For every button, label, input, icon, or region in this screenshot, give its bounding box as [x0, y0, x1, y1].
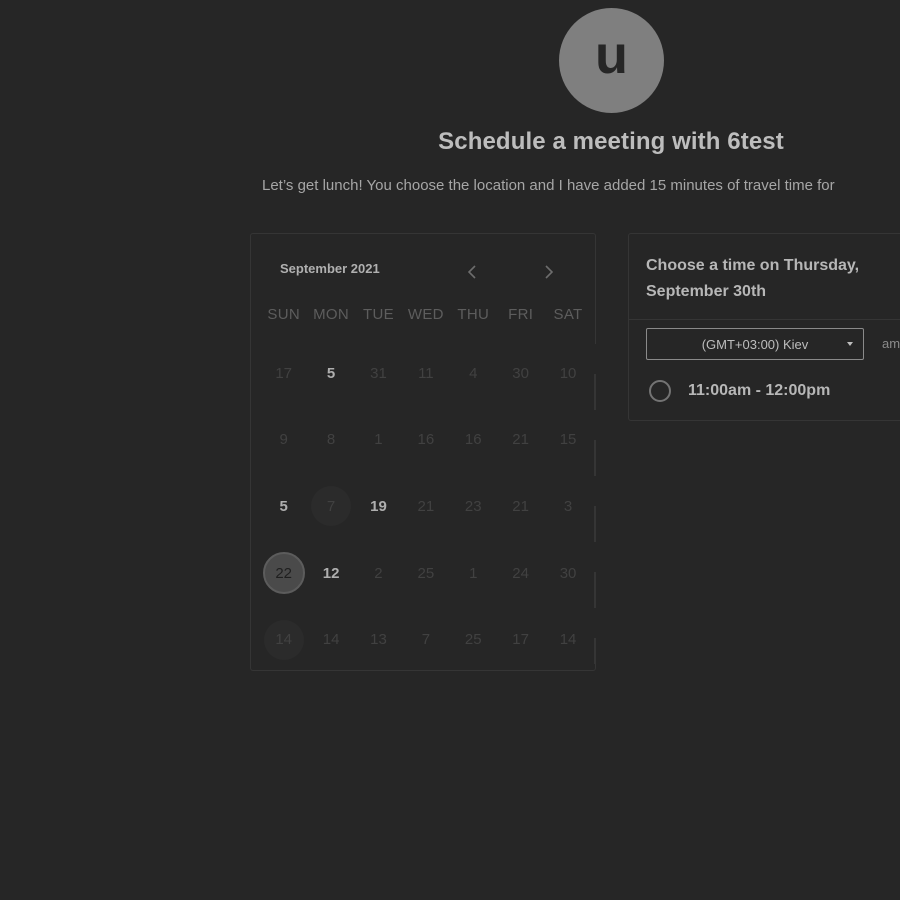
- calendar-day: 16: [417, 431, 435, 449]
- calendar-day: 7: [421, 631, 431, 649]
- calendar-week-row: 9 8 1 16 16 21 15: [260, 407, 592, 474]
- date-picker-calendar: September 2021 SUN MON TUE WED THU FRI S…: [250, 233, 596, 671]
- calendar-day: 17: [275, 364, 293, 382]
- calendar-week-row: 14 14 13 7 25 17 14: [260, 606, 592, 673]
- calendar-day: 13: [370, 631, 387, 649]
- calendar-day: 21: [512, 431, 529, 449]
- calendar-day: 1: [469, 564, 478, 582]
- weekday-label: SAT: [553, 306, 583, 323]
- calendar-day: 14: [559, 631, 577, 649]
- calendar-day: 11: [418, 364, 434, 382]
- page-title: Schedule a meeting with 6test: [438, 128, 784, 155]
- calendar-week-row: 5 7 19 21 23 21 3: [260, 473, 592, 540]
- caret-down-icon: [847, 342, 853, 346]
- calendar-day: 10: [559, 364, 577, 382]
- calendar-day: 25: [417, 564, 435, 582]
- time-selection-panel: Choose a time on Thursday, September 30t…: [628, 233, 900, 421]
- calendar-day: 9: [279, 431, 288, 449]
- time-slot-option[interactable]: 11:00am - 12:00pm: [649, 380, 830, 402]
- calendar-day: 1: [374, 431, 383, 449]
- calendar-day-available[interactable]: 5: [307, 352, 354, 394]
- avatar: u: [559, 8, 664, 113]
- next-month-button[interactable]: [537, 260, 561, 284]
- calendar-day: 21: [417, 497, 435, 515]
- time-panel-title: Choose a time on Thursday, September 30t…: [646, 257, 860, 300]
- previous-month-button[interactable]: [460, 260, 484, 284]
- calendar-day: 24: [512, 564, 529, 582]
- calendar-week-row: 17 5 31 11 4 30 10: [260, 340, 592, 407]
- calendar-week-row: 22 12 2 25 1 24 30: [260, 540, 592, 607]
- weekday-label: TUE: [363, 306, 394, 323]
- weekday-label: WED: [407, 306, 444, 323]
- calendar-day: 4: [469, 364, 478, 382]
- calendar-month-label: September 2021: [280, 261, 380, 276]
- calendar-day: 31: [370, 364, 387, 382]
- calendar-day: 30: [559, 564, 577, 582]
- calendar-day: 8: [326, 431, 336, 449]
- calendar-day-available[interactable]: 19: [355, 485, 402, 527]
- calendar-day-today: 7: [307, 485, 354, 527]
- weekday-label: MON: [313, 306, 350, 323]
- timezone-value: (GMT+03:00) Kiev: [701, 336, 809, 352]
- weekday-label: THU: [457, 306, 490, 323]
- calendar-day: 2: [374, 564, 383, 582]
- time-panel-divider: [629, 319, 900, 320]
- calendar-day-available[interactable]: 12: [307, 552, 354, 594]
- calendar-day: 17: [512, 631, 529, 649]
- chevron-right-icon: [545, 265, 554, 279]
- scheduling-page: u Schedule a meeting with 6test Let’s ge…: [0, 0, 900, 900]
- calendar-day: 21: [512, 497, 529, 515]
- calendar-edge-divider: [594, 344, 596, 664]
- chevron-left-icon: [467, 265, 476, 279]
- time-slot-label: 11:00am - 12:00pm: [688, 382, 831, 399]
- calendar-day: 30: [512, 364, 529, 382]
- calendar-day: 16: [464, 431, 482, 449]
- calendar-day: 23: [464, 497, 482, 515]
- weekday-label: SUN: [267, 306, 300, 323]
- calendar-day-grid: 17 5 31 11 4 30 10 9 8 1 16 16 21 15 5 7…: [260, 340, 592, 673]
- calendar-day: 15: [559, 431, 577, 449]
- calendar-day: 25: [464, 631, 482, 649]
- time-format-toggle[interactable]: am: [882, 336, 900, 351]
- weekday-header-row: SUN MON TUE WED THU FRI SAT: [260, 306, 592, 323]
- radio-circle-icon[interactable]: [649, 380, 671, 402]
- weekday-label: FRI: [508, 306, 534, 323]
- calendar-day-available[interactable]: 5: [260, 485, 307, 527]
- avatar-letter: u: [595, 24, 628, 85]
- timezone-select[interactable]: (GMT+03:00) Kiev: [646, 328, 864, 360]
- meeting-description: Let’s get lunch! You choose the location…: [262, 177, 835, 194]
- calendar-day-selected[interactable]: 22: [260, 552, 307, 595]
- calendar-day: 14: [260, 619, 307, 661]
- calendar-day: 14: [322, 631, 340, 649]
- calendar-day: 3: [563, 497, 573, 515]
